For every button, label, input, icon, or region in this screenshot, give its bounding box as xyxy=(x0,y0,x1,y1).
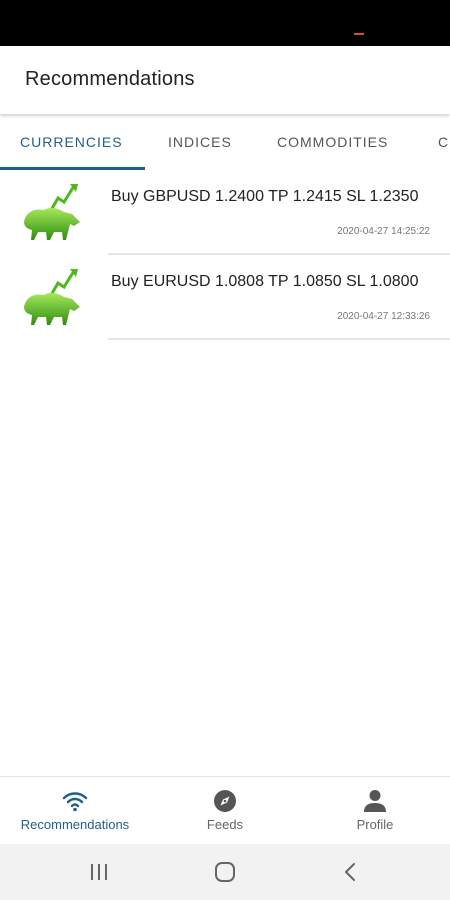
notification-dot xyxy=(354,33,364,35)
person-icon xyxy=(364,790,386,812)
recommendation-timestamp: 2020-04-27 14:25:22 xyxy=(337,226,430,237)
list-item[interactable]: Buy EURUSD 1.0808 TP 1.0850 SL 1.0800 20… xyxy=(0,255,450,340)
nav-feeds[interactable]: Feeds xyxy=(150,789,300,832)
recents-icon[interactable] xyxy=(87,860,111,884)
tab-currencies[interactable]: CURRENCIES xyxy=(20,134,123,150)
page-title: Recommendations xyxy=(25,68,195,90)
system-nav-bar xyxy=(0,844,450,900)
status-bar xyxy=(0,0,450,46)
recommendation-list: Buy GBPUSD 1.2400 TP 1.2415 SL 1.2350 20… xyxy=(0,170,450,340)
compass-icon xyxy=(214,790,236,812)
tab-indices[interactable]: INDICES xyxy=(168,134,232,150)
list-item[interactable]: Buy GBPUSD 1.2400 TP 1.2415 SL 1.2350 20… xyxy=(0,170,450,255)
back-icon[interactable] xyxy=(339,860,363,884)
home-icon[interactable] xyxy=(213,860,237,884)
divider xyxy=(108,338,450,340)
wifi-icon xyxy=(62,792,88,812)
bottom-nav: Recommendations Feeds Profile xyxy=(0,776,450,844)
tab-partial[interactable]: C xyxy=(438,134,449,150)
nav-label: Profile xyxy=(356,817,394,832)
recommendation-timestamp: 2020-04-27 12:33:26 xyxy=(337,311,430,322)
nav-label: Recommendations xyxy=(20,817,130,832)
recommendation-text: Buy EURUSD 1.0808 TP 1.0850 SL 1.0800 xyxy=(111,273,419,290)
nav-label: Feeds xyxy=(206,817,244,832)
bull-arrow-icon xyxy=(24,184,80,240)
tab-commodities[interactable]: COMMODITIES xyxy=(277,134,388,150)
tab-bar: CURRENCIES INDICES COMMODITIES C xyxy=(0,118,450,170)
bull-arrow-icon xyxy=(24,269,80,325)
recommendation-text: Buy GBPUSD 1.2400 TP 1.2415 SL 1.2350 xyxy=(111,188,419,205)
app-bar: Recommendations xyxy=(0,46,450,114)
nav-profile[interactable]: Profile xyxy=(300,789,450,832)
nav-recommendations[interactable]: Recommendations xyxy=(0,789,150,832)
